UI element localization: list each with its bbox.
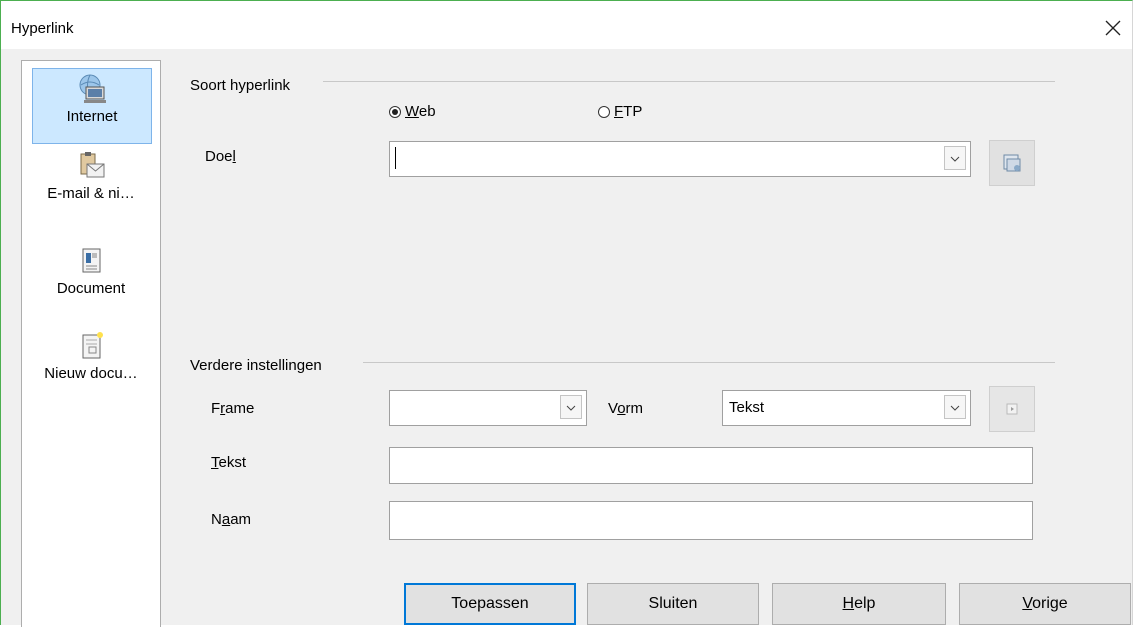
chevron-down-icon xyxy=(950,405,960,411)
radio-ftp-label: FTP xyxy=(614,103,643,120)
close-icon[interactable] xyxy=(1100,15,1126,41)
apply-button[interactable]: Toepassen xyxy=(404,583,576,625)
form-combobox[interactable]: Tekst xyxy=(722,390,971,426)
chevron-down-icon xyxy=(950,156,960,162)
divider xyxy=(323,81,1055,82)
events-button[interactable] xyxy=(989,386,1035,432)
name-label: Naam xyxy=(211,511,252,528)
sidebar-item-label: E-mail & ni… xyxy=(47,185,135,202)
divider xyxy=(363,362,1055,363)
frame-label: Frame xyxy=(211,400,255,417)
help-button[interactable]: Help xyxy=(772,583,946,625)
browse-button[interactable] xyxy=(989,140,1035,186)
target-label: Doel xyxy=(205,148,236,165)
frame-combobox[interactable] xyxy=(389,390,587,426)
hyperlink-type-sidebar: Internet E-mail & ni… Document Nieuw doc… xyxy=(21,60,161,627)
dropdown-arrow[interactable] xyxy=(944,395,966,419)
section-title-further-settings: Verdere instellingen xyxy=(190,357,322,374)
sidebar-item-label: Internet xyxy=(66,108,118,125)
sidebar-item-new-document[interactable]: Nieuw docu… xyxy=(32,326,150,400)
name-input[interactable] xyxy=(389,501,1033,540)
chevron-down-icon xyxy=(566,405,576,411)
sidebar-item-internet[interactable]: Internet xyxy=(32,68,152,144)
globe-computer-icon xyxy=(79,74,106,103)
document-icon xyxy=(82,248,101,273)
radio-web-indicator[interactable] xyxy=(389,105,401,118)
form-label: Vorm xyxy=(608,400,644,417)
dropdown-arrow[interactable] xyxy=(560,395,582,419)
text-label: Tekst xyxy=(211,454,247,471)
radio-ftp[interactable]: FTP xyxy=(598,103,642,120)
section-title-hyperlink-type: Soort hyperlink xyxy=(190,77,291,94)
sidebar-item-label: Document xyxy=(56,280,126,297)
title-bar: Hyperlink xyxy=(1,1,1132,49)
text-cursor xyxy=(395,147,396,169)
sidebar-item-label: Nieuw docu… xyxy=(44,365,138,382)
back-button[interactable]: Vorige xyxy=(959,583,1131,625)
play-small-icon xyxy=(1006,403,1018,415)
new-document-icon xyxy=(82,332,103,359)
target-combobox[interactable] xyxy=(389,141,971,177)
open-folder-icon xyxy=(1003,154,1021,172)
text-input[interactable] xyxy=(389,447,1033,484)
sidebar-item-document[interactable]: Document xyxy=(32,241,150,315)
window-title: Hyperlink xyxy=(11,20,74,37)
radio-ftp-indicator[interactable] xyxy=(598,105,610,118)
hyperlink-dialog: Hyperlink Internet E-mail & ni… Document… xyxy=(0,0,1133,627)
radio-web[interactable]: Web xyxy=(389,103,436,120)
clipboard-mail-icon xyxy=(80,152,105,178)
sidebar-item-email[interactable]: E-mail & ni… xyxy=(32,146,150,220)
radio-web-label: Web xyxy=(405,103,436,120)
close-button[interactable]: Sluiten xyxy=(587,583,759,625)
dropdown-arrow[interactable] xyxy=(944,146,966,170)
